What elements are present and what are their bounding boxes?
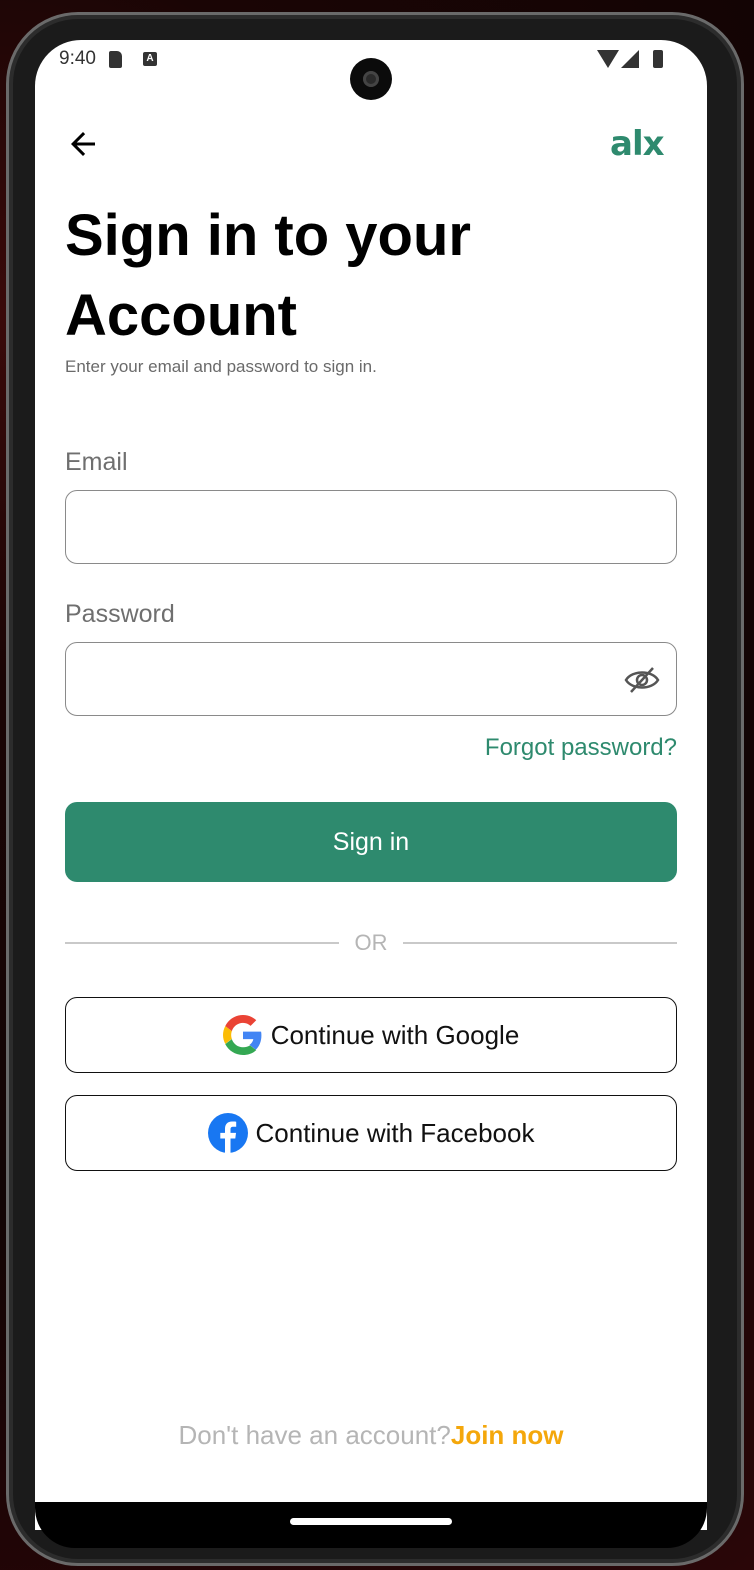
alx-logo: alx [610, 124, 665, 164]
divider-left [65, 942, 339, 944]
password-label: Password [65, 600, 175, 628]
front-camera [350, 58, 392, 100]
page-subtitle: Enter your email and password to sign in… [65, 357, 377, 376]
keyboard-notification-icon: A [143, 52, 157, 66]
back-arrow-icon [71, 132, 95, 156]
battery-icon [653, 50, 663, 68]
join-now-link[interactable]: Join now [451, 1420, 564, 1450]
page-title: Sign in to your Account [65, 203, 471, 348]
email-label: Email [65, 448, 128, 476]
join-prompt-text: Don't have an account? [178, 1420, 451, 1450]
facebook-button-label: Continue with Facebook [255, 1117, 535, 1148]
continue-with-google-button[interactable]: Continue with Google [65, 997, 677, 1073]
wifi-icon [597, 50, 619, 68]
home-indicator[interactable] [290, 1518, 452, 1525]
status-time: 9:40 [59, 48, 96, 69]
divider-or-text: OR [354, 930, 388, 955]
sd-card-icon [109, 51, 122, 68]
navigation-bar [35, 1502, 707, 1548]
forgot-password-link[interactable]: Forgot password? [485, 734, 677, 762]
sign-in-button[interactable]: Sign in [65, 802, 677, 882]
back-button[interactable] [65, 126, 101, 162]
google-icon [222, 1015, 262, 1055]
email-field[interactable] [65, 490, 677, 564]
google-button-label: Continue with Google [270, 1019, 520, 1050]
eye-off-icon[interactable] [623, 664, 661, 696]
divider-right [403, 942, 677, 944]
password-field[interactable] [65, 642, 677, 716]
app-screen: 9:40 A alx Sign in to your Account Enter… [35, 40, 707, 1530]
facebook-icon [207, 1113, 248, 1153]
signal-icon [621, 50, 639, 68]
continue-with-facebook-button[interactable]: Continue with Facebook [65, 1095, 677, 1171]
join-prompt: Don't have an account?Join now [35, 1420, 707, 1451]
